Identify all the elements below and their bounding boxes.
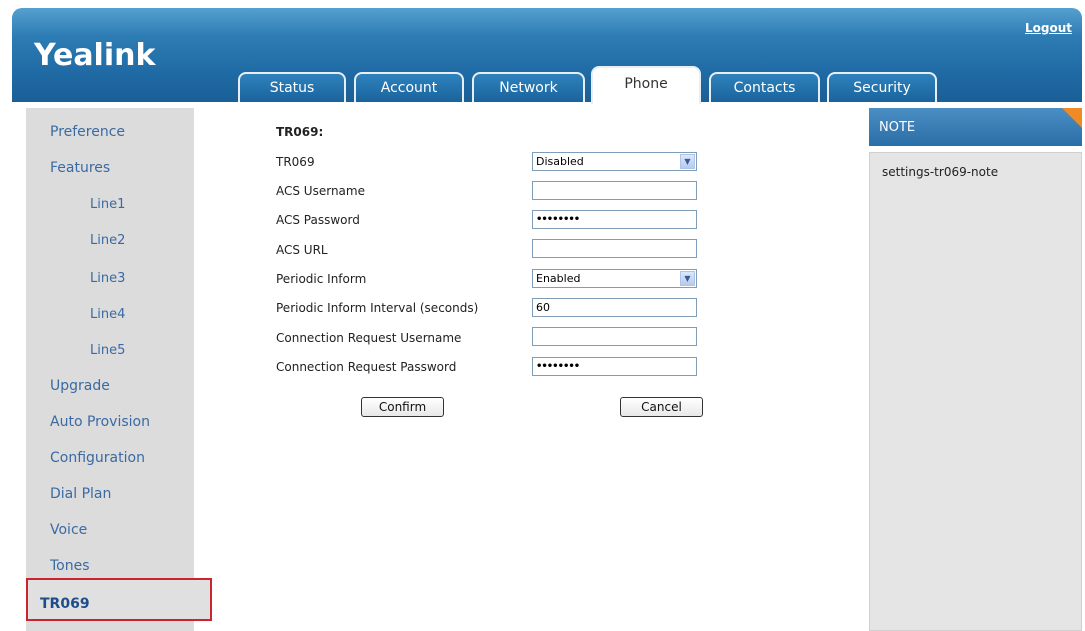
sidebar-item-line3[interactable]: Line3: [90, 271, 125, 286]
note-header: NOTE: [869, 108, 1082, 146]
tab-security-label: Security: [853, 80, 911, 96]
sidebar-item-line1[interactable]: Line1: [90, 197, 125, 212]
periodic-inform-interval-input[interactable]: 60: [532, 298, 697, 317]
tab-contacts-label: Contacts: [733, 80, 796, 96]
field-label-connection-request-password: Connection Request Password: [276, 360, 457, 374]
logo: Yealink: [34, 38, 156, 73]
acs-url-input[interactable]: [532, 239, 697, 258]
note-title: NOTE: [879, 120, 916, 135]
tab-account-label: Account: [380, 80, 438, 96]
sidebar: [26, 108, 194, 631]
note-text: settings-tr069-note: [882, 165, 999, 179]
confirm-button[interactable]: Confirm: [361, 397, 444, 417]
corner-fold-icon: [1062, 108, 1082, 128]
sidebar-item-tr069[interactable]: TR069: [40, 596, 90, 612]
field-label-periodic-inform: Periodic Inform: [276, 272, 367, 286]
sidebar-item-voice[interactable]: Voice: [50, 522, 87, 538]
field-label-acs-username: ACS Username: [276, 184, 365, 198]
cancel-button[interactable]: Cancel: [620, 397, 703, 417]
note-panel: settings-tr069-note: [869, 152, 1082, 631]
tab-phone[interactable]: Phone: [591, 66, 701, 104]
field-label-periodic-inform-interval: Periodic Inform Interval (seconds): [276, 301, 479, 315]
sidebar-item-line5[interactable]: Line5: [90, 343, 125, 358]
tab-contacts[interactable]: Contacts: [709, 72, 820, 102]
field-label-tr069: TR069: [276, 155, 315, 169]
tab-network[interactable]: Network: [472, 72, 585, 102]
tab-phone-label: Phone: [624, 76, 668, 92]
tab-security[interactable]: Security: [827, 72, 937, 102]
logout-link[interactable]: Logout: [1025, 21, 1072, 35]
chevron-down-icon: ▼: [680, 271, 695, 286]
header-bar: Yealink Logout Status Account Network Ph…: [12, 8, 1082, 104]
periodic-inform-select[interactable]: Enabled ▼: [532, 269, 697, 288]
sidebar-item-dial-plan[interactable]: Dial Plan: [50, 486, 111, 502]
tr069-select[interactable]: Disabled ▼: [532, 152, 697, 171]
sidebar-item-line4[interactable]: Line4: [90, 307, 125, 322]
acs-password-input[interactable]: ••••••••: [532, 210, 697, 229]
field-label-acs-password: ACS Password: [276, 213, 360, 227]
acs-username-input[interactable]: [532, 181, 697, 200]
tab-status[interactable]: Status: [238, 72, 346, 102]
tab-status-label: Status: [269, 80, 315, 96]
sidebar-item-preference[interactable]: Preference: [50, 124, 125, 140]
sidebar-item-tones[interactable]: Tones: [50, 558, 90, 574]
tr069-select-value: Disabled: [536, 155, 584, 168]
connection-request-password-input[interactable]: ••••••••: [532, 357, 697, 376]
sidebar-item-auto-provision[interactable]: Auto Provision: [50, 414, 150, 430]
field-label-acs-url: ACS URL: [276, 243, 328, 257]
tab-account[interactable]: Account: [354, 72, 464, 102]
sidebar-item-configuration[interactable]: Configuration: [50, 450, 145, 466]
sidebar-item-features[interactable]: Features: [50, 160, 110, 176]
section-title: TR069:: [276, 125, 324, 139]
connection-request-username-input[interactable]: [532, 327, 697, 346]
periodic-inform-select-value: Enabled: [536, 272, 581, 285]
sidebar-item-upgrade[interactable]: Upgrade: [50, 378, 110, 394]
sidebar-item-line2[interactable]: Line2: [90, 233, 125, 248]
field-label-connection-request-username: Connection Request Username: [276, 331, 462, 345]
chevron-down-icon: ▼: [680, 154, 695, 169]
tab-network-label: Network: [499, 80, 558, 96]
